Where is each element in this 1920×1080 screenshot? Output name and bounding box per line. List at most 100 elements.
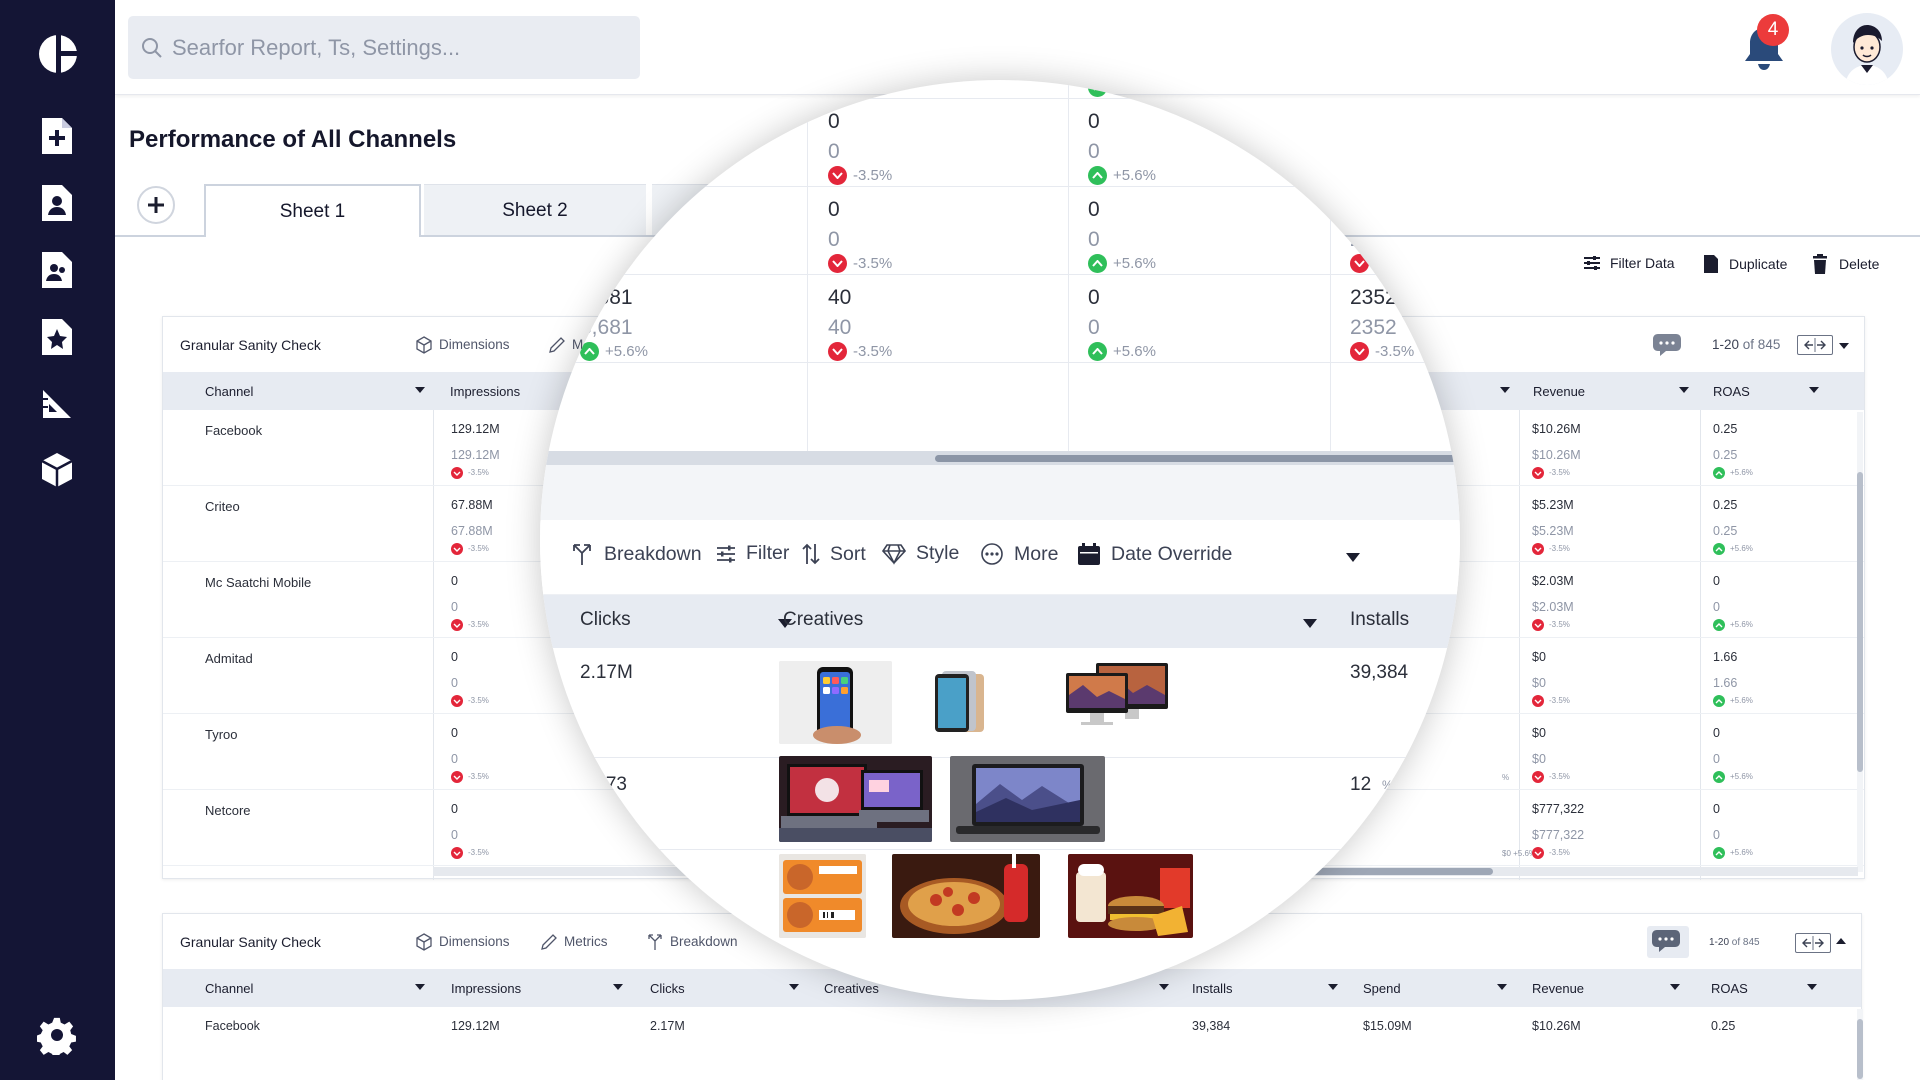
scrollbar-thumb[interactable]	[1857, 472, 1863, 772]
scrollbar-thumb[interactable]	[1857, 1019, 1863, 1079]
filter-data-button[interactable]: Filter Data	[1583, 254, 1675, 272]
magnified-row[interactable]: ,873 12 %	[540, 756, 1460, 850]
more-button[interactable]: More	[980, 542, 1058, 566]
delta-value: +5.6%	[1730, 772, 1753, 781]
channel-sort-caret[interactable]	[415, 387, 425, 393]
column-header-impressions[interactable]: Impressions	[450, 372, 520, 410]
cell-value: $10.26M	[1532, 422, 1581, 436]
cell-value: 0	[451, 650, 458, 664]
row-divider	[540, 98, 1460, 99]
creatives-sort-caret[interactable]	[1303, 619, 1317, 628]
roas-sort-caret[interactable]	[1809, 387, 1819, 393]
column-header-clicks[interactable]: Clicks	[580, 609, 631, 631]
magnified-previous-value: 0	[1088, 228, 1100, 251]
widget-title: Granular Sanity Check	[180, 336, 321, 353]
sidebar-item-new-report[interactable]	[37, 116, 77, 156]
column-header-roas[interactable]: ROAS	[1711, 969, 1748, 1007]
search-input[interactable]	[172, 34, 632, 61]
burger-image-icon	[1068, 854, 1193, 938]
delete-label: Delete	[1839, 256, 1880, 272]
delta-value: -3.5%	[1549, 468, 1570, 477]
scrollbar-thumb[interactable]	[935, 455, 1460, 462]
cell-previous-value: 0	[451, 751, 458, 766]
delta-indicator: -3.5%	[1532, 543, 1574, 555]
cell-channel: Criteo	[205, 499, 240, 514]
column-header-channel[interactable]: Channel	[205, 969, 253, 1007]
metric-cell: 0.25 0.25 +5.6%	[1713, 423, 1753, 479]
channel-sort-caret[interactable]	[415, 984, 425, 990]
creative-ipad-thumbnail[interactable]	[932, 668, 987, 738]
column-header-channel[interactable]: Channel	[205, 372, 253, 410]
sort-button[interactable]: Sort	[802, 542, 866, 566]
cell-channel: Facebook	[205, 423, 263, 438]
date-override-button[interactable]: Date Override	[1077, 542, 1232, 566]
sidebar-item-team[interactable]	[37, 250, 77, 290]
cell-spend: $15.09M	[1363, 1019, 1412, 1033]
metric-cell: 0 0 +5.6%	[1713, 727, 1753, 783]
vertical-scrollbar[interactable]	[1857, 1009, 1863, 1080]
dimensions-button[interactable]: Dimensions	[415, 335, 510, 354]
cell-value: 0	[1713, 574, 1720, 588]
comments-icon[interactable]	[1651, 928, 1685, 956]
column-header-revenue[interactable]: Revenue	[1533, 372, 1585, 410]
column-header-revenue[interactable]: Revenue	[1532, 969, 1584, 1007]
horizontal-scrollbar[interactable]	[540, 451, 1460, 465]
search-box[interactable]	[128, 16, 640, 79]
duplicate-label: Duplicate	[1729, 256, 1788, 272]
page-nav-buttons[interactable]	[1797, 335, 1833, 355]
creative-pizza-thumbnail[interactable]	[892, 854, 1040, 938]
column-header-roas[interactable]: ROAS	[1713, 372, 1750, 410]
style-button[interactable]: Style	[882, 542, 959, 565]
sidebar-item-cube[interactable]	[37, 450, 77, 490]
magnified-value: 3,681	[580, 286, 633, 309]
sidebar-item-users[interactable]	[37, 183, 77, 223]
metric-cell: $5.23M $5.23M -3.5%	[1532, 499, 1574, 555]
creatives-sort-caret[interactable]	[1500, 387, 1510, 393]
trend-down-icon	[1532, 847, 1544, 859]
cell-value: 0	[451, 802, 458, 816]
cell-clicks: ,873	[590, 774, 627, 795]
creative-burger-thumbnail[interactable]	[1068, 854, 1193, 938]
spend-sort-caret[interactable]	[1497, 984, 1507, 990]
magnified-previous-value: 0	[1088, 316, 1100, 339]
sidebar-item-favorites[interactable]	[37, 317, 77, 357]
roas-sort-caret[interactable]	[1807, 984, 1817, 990]
delete-button[interactable]: Delete	[1812, 254, 1879, 274]
cell-revenue: $10.26M	[1532, 1019, 1581, 1033]
vertical-scrollbar[interactable]	[1857, 412, 1863, 872]
creative-imac-thumbnail[interactable]	[1061, 661, 1171, 726]
cube-outline-icon	[416, 932, 432, 951]
magnified-row[interactable]	[540, 852, 1460, 942]
revenue-sort-caret[interactable]	[1679, 387, 1689, 393]
creative-macbook-open-thumbnail[interactable]	[779, 756, 932, 842]
breakdown-label: Breakdown	[604, 542, 702, 565]
collapse-widget-button[interactable]	[1839, 343, 1849, 349]
tab-sheet-1[interactable]: Sheet 1	[204, 184, 421, 237]
revenue-sort-caret[interactable]	[1670, 984, 1680, 990]
filter-button[interactable]: Filter	[716, 542, 789, 565]
table-row[interactable]: Facebook 129.12M 2.17M 39,384 $15.09M $1…	[163, 1007, 1861, 1047]
pagination-range: 1-20	[1709, 937, 1730, 948]
creative-coupon-thumbnail[interactable]	[779, 854, 866, 938]
expand-widget-button[interactable]	[1836, 938, 1846, 944]
sidebar-item-tools[interactable]	[37, 384, 77, 424]
page-nav-buttons[interactable]	[1795, 933, 1831, 953]
creative-macbook-pro-thumbnail[interactable]	[950, 756, 1105, 842]
column-header-installs[interactable]: Installs	[1350, 609, 1409, 631]
magnified-row[interactable]: 2.17M 39,384	[540, 648, 1460, 758]
cell-channel: Admitad	[205, 651, 253, 666]
avatar[interactable]	[1831, 13, 1903, 85]
column-header-creatives[interactable]: Creatives	[783, 609, 863, 631]
delta-value: +5.6%	[551, 253, 594, 270]
add-sheet-button[interactable]	[137, 186, 175, 224]
breakdown-button[interactable]: Breakdown	[570, 542, 702, 566]
dimensions-button[interactable]: Dimensions	[415, 932, 510, 951]
creative-iphone-thumbnail[interactable]	[779, 661, 892, 744]
comments-icon[interactable]	[1652, 332, 1686, 360]
column-header-impressions[interactable]: Impressions	[451, 969, 521, 1007]
logo-icon[interactable]	[37, 33, 79, 75]
trend-down-icon	[451, 695, 463, 707]
settings-gear-icon[interactable]	[37, 1015, 77, 1055]
duplicate-button[interactable]: Duplicate	[1703, 254, 1787, 274]
date-override-dropdown-caret[interactable]	[1346, 553, 1360, 562]
